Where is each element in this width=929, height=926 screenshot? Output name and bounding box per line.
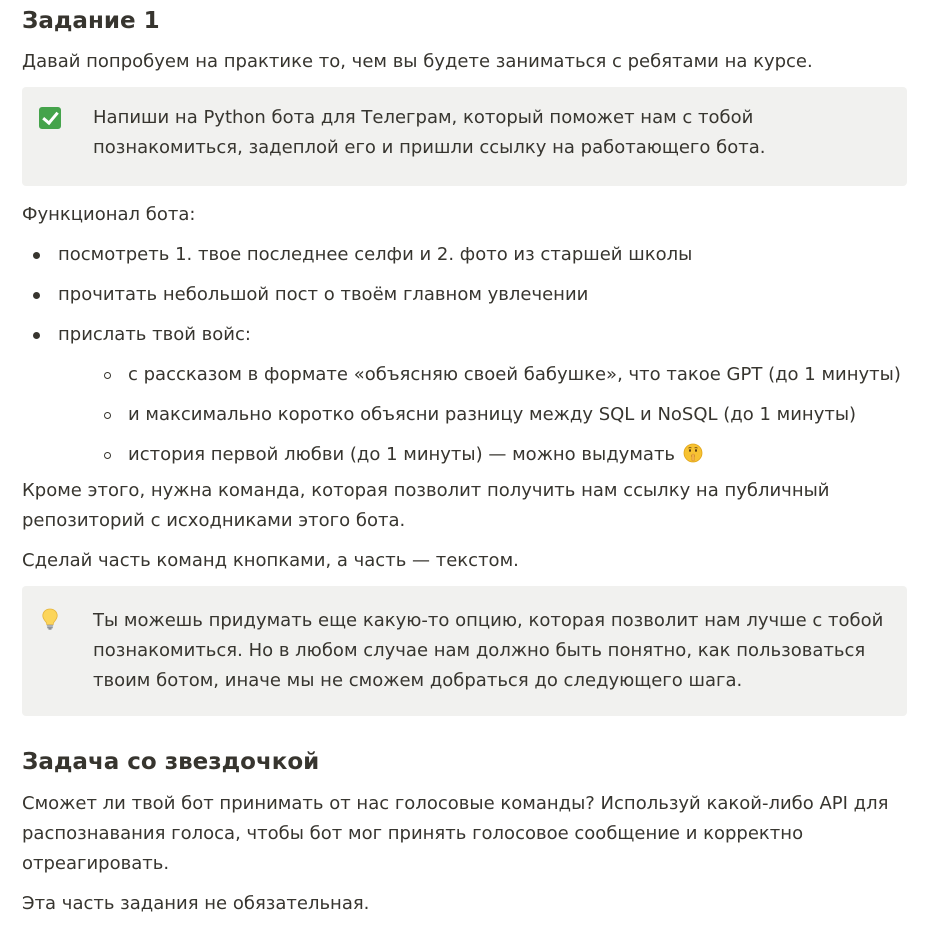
star-task-heading: Задача со звездочкой xyxy=(22,749,320,775)
features-list: посмотреть 1. твое последнее селфи и 2. … xyxy=(22,240,907,470)
list-item: и максимально коротко объясни разницу ме… xyxy=(92,400,907,430)
list-item: с рассказом в формате «объясняю своей ба… xyxy=(92,360,907,390)
star-task-text: Сможет ли твой бот принимать от нас голо… xyxy=(22,793,889,874)
document-page: Задание 1 Давай попробуем на практике то… xyxy=(0,0,929,926)
list-item-text: посмотреть 1. твое последнее селфи и 2. … xyxy=(58,244,693,265)
list-item-text: с рассказом в формате «объясняю своей ба… xyxy=(128,364,901,385)
list-item-text: история первой любви (до 1 минуты) — мож… xyxy=(128,444,676,465)
voice-sublist: с рассказом в формате «объясняю своей ба… xyxy=(58,360,907,470)
task-heading: Задание 1 xyxy=(22,8,160,34)
list-item: история первой любви (до 1 минуты) — мож… xyxy=(92,440,907,470)
task-callout-text: Напиши на Python бота для Телеграм, кото… xyxy=(93,107,766,158)
optional-note: Эта часть задания не обязательная. xyxy=(22,893,370,914)
list-item-text: прислать твой войс: xyxy=(58,324,251,345)
tip-callout-text: Ты можешь придумать еще какую-то опцию, … xyxy=(93,610,884,691)
list-item-text: и максимально коротко объясни разницу ме… xyxy=(128,404,857,425)
list-item-text: прочитать небольшой пост о твоём главном… xyxy=(58,284,589,305)
list-item: прислать твой войс: с рассказом в формат… xyxy=(22,320,907,470)
buttons-note-text: Сделай часть команд кнопками, а часть — … xyxy=(22,550,519,571)
extra-command-text: Кроме этого, нужна команда, которая позв… xyxy=(22,480,830,531)
tip-callout: Ты можешь придумать еще какую-то опцию, … xyxy=(22,586,907,716)
bullet-icon xyxy=(33,252,40,259)
light-bulb-icon xyxy=(38,608,62,630)
features-title: Функционал бота: xyxy=(22,204,196,225)
list-item: посмотреть 1. твое последнее селфи и 2. … xyxy=(22,240,907,270)
hollow-bullet-icon xyxy=(104,412,111,419)
hollow-bullet-icon xyxy=(104,372,111,379)
shushing-face-icon xyxy=(683,443,703,463)
task-intro: Давай попробуем на практике то, чем вы б… xyxy=(22,51,813,72)
list-item: прочитать небольшой пост о твоём главном… xyxy=(22,280,907,310)
check-mark-icon xyxy=(38,107,62,129)
task-callout: Напиши на Python бота для Телеграм, кото… xyxy=(22,87,907,186)
hollow-bullet-icon xyxy=(104,452,111,459)
bullet-icon xyxy=(33,292,40,299)
bullet-icon xyxy=(33,332,40,339)
